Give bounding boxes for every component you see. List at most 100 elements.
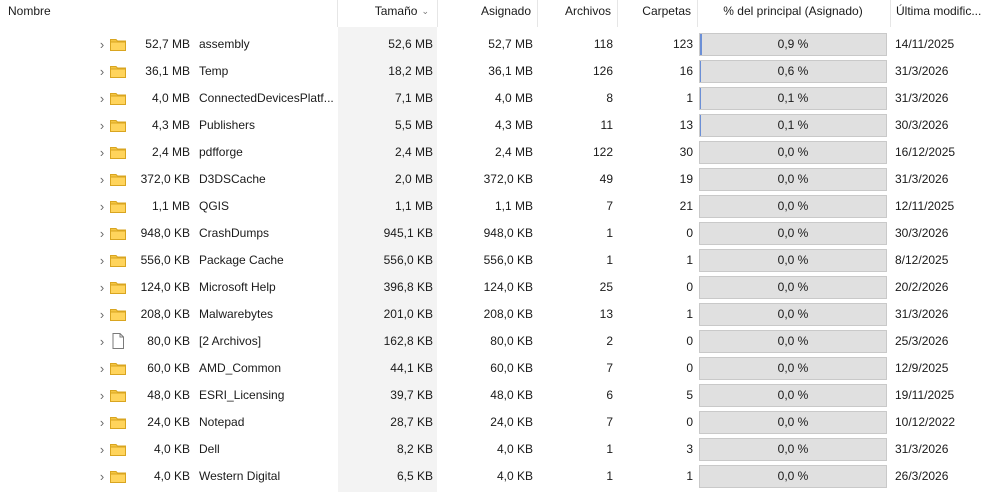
chevron-right-icon[interactable]: › bbox=[96, 220, 108, 247]
tree-row[interactable]: › 4,0 KB Dell 8,2 KB 4,0 KB 1 3 0,0 % 31/3/2026 bbox=[0, 436, 983, 463]
tree-row[interactable]: › 124,0 KB Microsoft Help 396,8 KB 124,0 KB 2… bbox=[0, 274, 983, 301]
row-folders: 1 bbox=[686, 91, 693, 105]
tree-row[interactable]: › 208,0 KB Malwarebytes 201,0 KB 208,0 KB 13 1… bbox=[0, 301, 983, 328]
tree-row[interactable]: › 372,0 KB D3DSCache 2,0 MB 372,0 KB 49 19 0,0 … bbox=[0, 166, 983, 193]
row-name: AMD_Common bbox=[199, 361, 282, 375]
row-percent: 0,9 % bbox=[777, 37, 809, 51]
column-header-folders[interactable]: Carpetas bbox=[618, 0, 697, 27]
row-files: 122 bbox=[592, 145, 613, 159]
row-modified: 10/12/2022 bbox=[895, 415, 956, 429]
folder-icon bbox=[110, 92, 126, 105]
row-modified: 14/11/2025 bbox=[895, 37, 955, 51]
column-header-files[interactable]: Archivos bbox=[538, 0, 617, 27]
chevron-right-icon[interactable]: › bbox=[96, 355, 108, 382]
row-size: 39,7 KB bbox=[390, 388, 433, 402]
column-header-percent[interactable]: % del principal (Asignado) bbox=[698, 0, 888, 27]
row-allocated-inline: 4,0 KB bbox=[153, 442, 190, 456]
column-header-size[interactable]: Tamaño ⌄ bbox=[338, 0, 437, 27]
row-files: 1 bbox=[606, 442, 613, 456]
chevron-right-icon[interactable]: › bbox=[96, 166, 108, 193]
column-header-allocated[interactable]: Asignado bbox=[438, 0, 537, 27]
tree-row[interactable]: › 52,7 MB assembly 52,6 MB 52,7 MB 118 123 0,9 … bbox=[0, 31, 983, 58]
row-folders: 123 bbox=[672, 37, 693, 51]
row-name: assembly bbox=[199, 37, 250, 51]
chevron-right-icon[interactable]: › bbox=[96, 409, 108, 436]
row-allocated-inline: 4,0 KB bbox=[153, 469, 190, 483]
row-modified: 31/3/2026 bbox=[895, 442, 949, 456]
percent-bar: 0,0 % bbox=[699, 357, 887, 380]
row-size: 6,5 KB bbox=[396, 469, 433, 483]
tree-row[interactable]: › 4,0 KB Western Digital 6,5 KB 4,0 KB 1 1 0,0 … bbox=[0, 463, 983, 490]
chevron-right-icon[interactable]: › bbox=[96, 85, 108, 112]
row-folders: 3 bbox=[686, 442, 693, 456]
row-size: 44,1 KB bbox=[390, 361, 433, 375]
chevron-right-icon[interactable]: › bbox=[96, 31, 108, 58]
chevron-right-icon[interactable]: › bbox=[96, 463, 108, 490]
folder-icon bbox=[110, 227, 126, 240]
column-header-modified[interactable]: Última modific... bbox=[896, 0, 983, 27]
row-size: 52,6 MB bbox=[388, 37, 433, 51]
row-folders: 5 bbox=[686, 388, 693, 402]
tree-row[interactable]: › 36,1 MB Temp 18,2 MB 36,1 MB 126 16 0,6 % 31/3… bbox=[0, 58, 983, 85]
tree-row[interactable]: › 948,0 KB CrashDumps 945,1 KB 948,0 KB 1 0 0,0… bbox=[0, 220, 983, 247]
row-name: ESRI_Licensing bbox=[199, 388, 285, 402]
row-allocated-inline: 52,7 MB bbox=[145, 37, 190, 51]
chevron-right-icon[interactable]: › bbox=[96, 301, 108, 328]
folder-icon bbox=[110, 173, 126, 186]
row-folders: 1 bbox=[686, 307, 693, 321]
chevron-right-icon[interactable]: › bbox=[96, 436, 108, 463]
row-percent: 0,1 % bbox=[777, 91, 809, 105]
row-modified: 19/11/2025 bbox=[895, 388, 955, 402]
row-allocated: 48,0 KB bbox=[490, 388, 533, 402]
row-allocated: 124,0 KB bbox=[483, 280, 533, 294]
row-percent: 0,0 % bbox=[777, 145, 809, 159]
tree-row[interactable]: › 48,0 KB ESRI_Licensing 39,7 KB 48,0 KB 6 5 0,… bbox=[0, 382, 983, 409]
tree-row[interactable]: › 60,0 KB AMD_Common 44,1 KB 60,0 KB 7 0 0,0 % 1… bbox=[0, 355, 983, 382]
chevron-right-icon[interactable]: › bbox=[96, 328, 108, 355]
row-modified: 31/3/2026 bbox=[895, 64, 949, 78]
row-allocated-inline: 124,0 KB bbox=[140, 280, 190, 294]
row-files: 1 bbox=[606, 226, 613, 240]
row-percent: 0,1 % bbox=[777, 118, 809, 132]
chevron-right-icon[interactable]: › bbox=[96, 247, 108, 274]
column-header-name[interactable]: Nombre bbox=[8, 0, 208, 27]
row-allocated-inline: 36,1 MB bbox=[145, 64, 190, 78]
row-modified: 12/11/2025 bbox=[895, 199, 955, 213]
row-folders: 30 bbox=[679, 145, 693, 159]
row-size: 8,2 KB bbox=[396, 442, 433, 456]
tree-row[interactable]: › 24,0 KB Notepad 28,7 KB 24,0 KB 7 0 0,0 % 10/1… bbox=[0, 409, 983, 436]
row-folders: 1 bbox=[686, 253, 693, 267]
row-modified: 31/3/2026 bbox=[895, 91, 949, 105]
row-folders: 16 bbox=[679, 64, 693, 78]
chevron-right-icon[interactable]: › bbox=[96, 58, 108, 85]
folder-icon bbox=[110, 443, 126, 456]
tree-row[interactable]: › 4,0 MB ConnectedDevicesPlatf... 7,1 MB 4,0… bbox=[0, 85, 983, 112]
tree-row[interactable]: › 2,4 MB pdfforge 2,4 MB 2,4 MB 122 30 0,0 % 16/… bbox=[0, 139, 983, 166]
tree-row[interactable]: › 1,1 MB QGIS 1,1 MB 1,1 MB 7 21 0,0 % 12/11/202… bbox=[0, 193, 983, 220]
row-files: 126 bbox=[592, 64, 613, 78]
row-percent: 0,0 % bbox=[777, 307, 809, 321]
row-size: 1,1 MB bbox=[394, 199, 433, 213]
tree-row[interactable]: › 4,3 MB Publishers 5,5 MB 4,3 MB 11 13 0,1 % 30… bbox=[0, 112, 983, 139]
row-size: 201,0 KB bbox=[383, 307, 433, 321]
chevron-right-icon[interactable]: › bbox=[96, 139, 108, 166]
row-folders: 13 bbox=[679, 118, 693, 132]
row-files: 1 bbox=[606, 469, 613, 483]
row-allocated: 4,3 MB bbox=[494, 118, 533, 132]
folder-icon bbox=[110, 281, 126, 294]
row-name: CrashDumps bbox=[199, 226, 270, 240]
tree-row[interactable]: › 556,0 KB Package Cache 556,0 KB 556,0 KB 1 1… bbox=[0, 247, 983, 274]
chevron-right-icon[interactable]: › bbox=[96, 382, 108, 409]
percent-bar: 0,0 % bbox=[699, 276, 887, 299]
chevron-right-icon[interactable]: › bbox=[96, 193, 108, 220]
row-files: 25 bbox=[599, 280, 613, 294]
chevron-right-icon[interactable]: › bbox=[96, 112, 108, 139]
row-percent: 0,0 % bbox=[777, 253, 809, 267]
tree-row[interactable]: › 80,0 KB [2 Archivos] 162,8 KB 80,0 KB 2 0 0,0… bbox=[0, 328, 983, 355]
row-files: 7 bbox=[606, 361, 613, 375]
column-divider[interactable] bbox=[890, 0, 891, 27]
chevron-right-icon[interactable]: › bbox=[96, 274, 108, 301]
row-modified: 30/3/2026 bbox=[895, 226, 949, 240]
folder-icon bbox=[110, 146, 126, 159]
percent-bar: 0,0 % bbox=[699, 384, 887, 407]
